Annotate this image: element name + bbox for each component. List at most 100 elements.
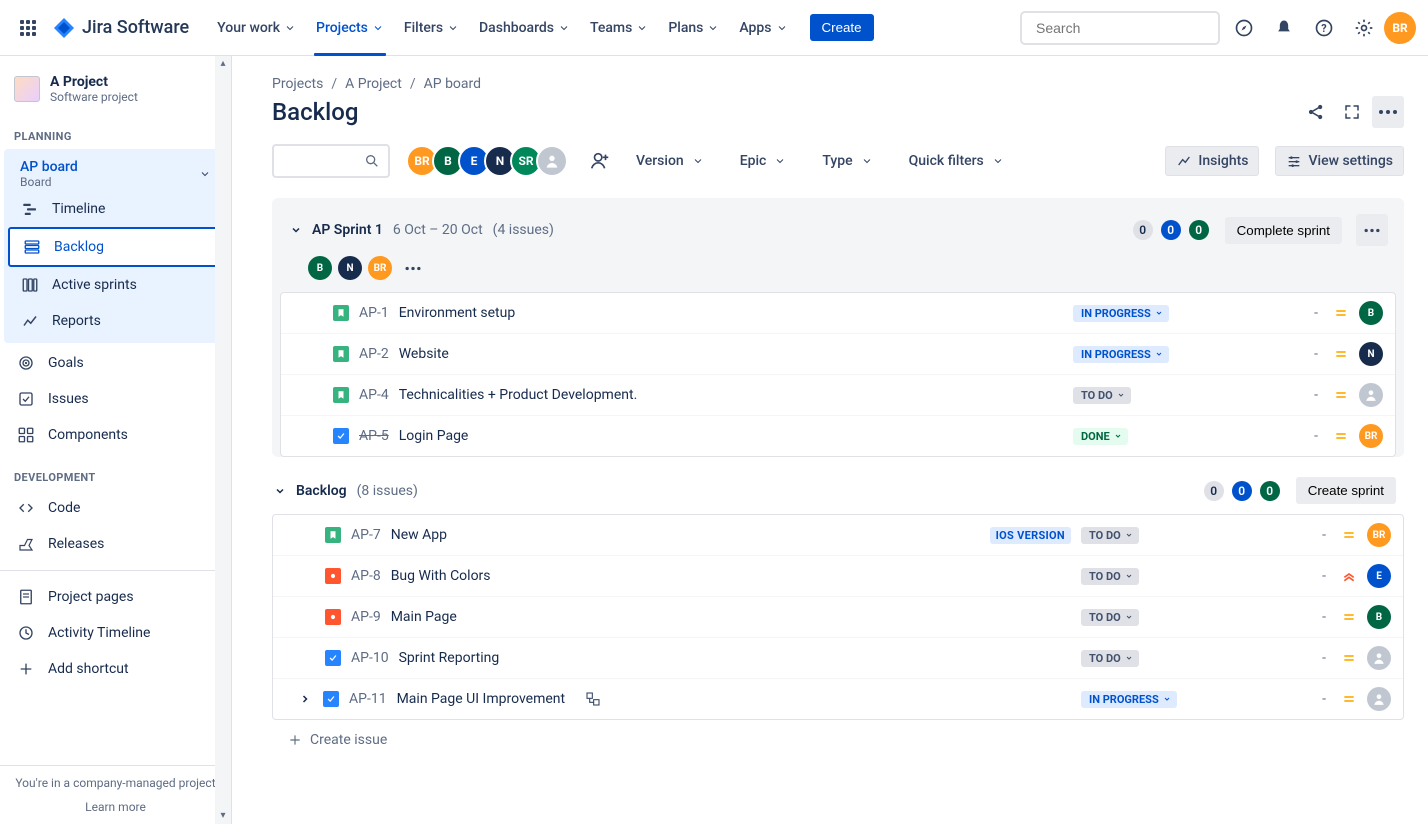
sidebar-item-code[interactable]: Code [0, 490, 231, 526]
nav-teams[interactable]: Teams [582, 0, 656, 56]
sidebar-item-releases[interactable]: Releases [0, 526, 231, 562]
sprint-done-count[interactable]: 0 [1189, 220, 1209, 240]
app-switcher[interactable] [12, 12, 44, 44]
priority-field[interactable] [1341, 527, 1357, 543]
issue-row[interactable]: AP-9Main PageTO DO-B [273, 596, 1403, 637]
sprint-more-button[interactable] [1356, 214, 1388, 246]
sidebar-item-goals[interactable]: Goals [0, 345, 231, 381]
filter-type[interactable]: Type [818, 153, 876, 169]
breadcrumb-ap-board[interactable]: AP board [424, 76, 481, 92]
filter-version[interactable]: Version [632, 153, 708, 169]
sidebar-item-reports[interactable]: Reports [8, 303, 223, 339]
assignee-avatar[interactable]: B [1367, 605, 1391, 629]
priority-field[interactable] [1341, 609, 1357, 625]
create-button[interactable]: Create [810, 14, 874, 41]
help-button[interactable]: ? [1308, 12, 1340, 44]
priority-field[interactable] [1341, 568, 1357, 584]
search-input[interactable] [1036, 20, 1217, 36]
nav-dashboards[interactable]: Dashboards [471, 0, 578, 56]
nav-plans[interactable]: Plans [660, 0, 727, 56]
issue-row[interactable]: AP-7New AppIOS VERSIONTO DO-BR [273, 515, 1403, 555]
filter-quick-filters[interactable]: Quick filters [905, 153, 1008, 169]
priority-field[interactable] [1333, 387, 1349, 403]
view-settings-button[interactable]: View settings [1275, 146, 1404, 176]
issue-row[interactable]: AP-4Technicalities + Product Development… [281, 374, 1395, 415]
project-header[interactable]: A Project Software project [0, 56, 231, 112]
user-avatar[interactable]: BR [1384, 12, 1416, 44]
complete-sprint-button[interactable]: Complete sprint [1225, 217, 1342, 244]
learn-more-link[interactable]: Learn more [12, 800, 219, 814]
issue-key[interactable]: AP-10 [351, 650, 389, 666]
filter-epic[interactable]: Epic [736, 153, 791, 169]
issue-row[interactable]: AP-2WebsiteIN PROGRESS-N [281, 333, 1395, 374]
issue-key[interactable]: AP-9 [351, 609, 381, 625]
sprint-assignee-avatar[interactable]: BR [368, 256, 392, 280]
nav-apps[interactable]: Apps [731, 0, 795, 56]
sidebar-item-components[interactable]: Components [0, 417, 231, 453]
notifications-button[interactable] [1268, 12, 1300, 44]
status-badge[interactable]: TO DO [1073, 387, 1131, 404]
breadcrumb-a-project[interactable]: A Project [345, 76, 402, 92]
issue-key[interactable]: AP-5 [359, 428, 389, 444]
global-search[interactable] [1020, 11, 1220, 45]
more-actions-button[interactable] [1372, 96, 1404, 128]
backlog-done-count[interactable]: 0 [1260, 481, 1280, 501]
version-badge[interactable]: IOS VERSION [990, 527, 1071, 544]
issue-key[interactable]: AP-7 [351, 527, 381, 543]
status-badge[interactable]: IN PROGRESS [1073, 305, 1169, 322]
sidebar-item-active-sprints[interactable]: Active sprints [8, 267, 223, 303]
assignee-avatar[interactable]: B [1359, 301, 1383, 325]
assignee-avatar-unassigned[interactable] [1367, 646, 1391, 670]
board-search[interactable] [272, 144, 390, 178]
insights-button[interactable]: Insights [1165, 146, 1259, 176]
assignee-avatar[interactable]: N [1359, 342, 1383, 366]
status-badge[interactable]: TO DO [1081, 527, 1139, 544]
issue-row[interactable]: AP-1Environment setupIN PROGRESS-B [281, 293, 1395, 333]
issue-row[interactable]: AP-5Login PageDONE-BR [281, 415, 1395, 456]
priority-field[interactable] [1333, 305, 1349, 321]
issue-row[interactable]: AP-11Main Page UI ImprovementIN PROGRESS… [273, 678, 1403, 719]
sidebar-item-backlog[interactable]: Backlog [8, 227, 223, 267]
status-badge[interactable]: IN PROGRESS [1073, 346, 1169, 363]
status-badge[interactable]: IN PROGRESS [1081, 691, 1177, 708]
issue-key[interactable]: AP-8 [351, 568, 381, 584]
priority-field[interactable] [1333, 346, 1349, 362]
nav-filters[interactable]: Filters [396, 0, 467, 56]
sidebar-scrollbar[interactable]: ▴▾ [215, 56, 231, 824]
status-badge[interactable]: TO DO [1081, 650, 1139, 667]
status-badge[interactable]: TO DO [1081, 609, 1139, 626]
sidebar-item-timeline[interactable]: Timeline [8, 191, 223, 227]
add-member-button[interactable] [584, 145, 616, 177]
sprint-assignee-more[interactable] [404, 266, 422, 271]
settings-button[interactable] [1348, 12, 1380, 44]
sprint-todo-count[interactable]: 0 [1133, 220, 1153, 240]
assignee-avatar[interactable]: E [1367, 564, 1391, 588]
assignee-avatar-unassigned[interactable] [1367, 687, 1391, 711]
discover-button[interactable] [1228, 12, 1260, 44]
status-badge[interactable]: TO DO [1081, 568, 1139, 585]
nav-projects[interactable]: Projects [308, 0, 392, 56]
sidebar-item-activity-timeline[interactable]: Activity Timeline [0, 615, 231, 651]
priority-field[interactable] [1333, 428, 1349, 444]
jira-logo[interactable]: Jira Software [52, 16, 189, 40]
sprint-toggle[interactable] [288, 222, 304, 238]
assignee-avatar[interactable]: BR [1359, 424, 1383, 448]
subtask-toggle[interactable] [297, 691, 313, 707]
nav-your-work[interactable]: Your work [209, 0, 304, 56]
sidebar-item-issues[interactable]: Issues [0, 381, 231, 417]
priority-field[interactable] [1341, 691, 1357, 707]
sprint-assignee-avatar[interactable]: N [338, 256, 362, 280]
issue-key[interactable]: AP-2 [359, 346, 389, 362]
assignee-avatar[interactable]: BR [1367, 523, 1391, 547]
backlog-toggle[interactable] [272, 483, 288, 499]
sprint-assignee-avatar[interactable]: B [308, 256, 332, 280]
sprint-progress-count[interactable]: 0 [1161, 220, 1181, 240]
issue-row[interactable]: AP-8Bug With ColorsTO DO-E [273, 555, 1403, 596]
create-issue-button[interactable]: Create issue [272, 720, 1404, 766]
issue-row[interactable]: AP-10Sprint ReportingTO DO- [273, 637, 1403, 678]
assignee-filter-avatar[interactable] [536, 145, 568, 177]
assignee-avatar-unassigned[interactable] [1359, 383, 1383, 407]
sidebar-item-add-shortcut[interactable]: Add shortcut [0, 651, 231, 687]
issue-key[interactable]: AP-1 [359, 305, 389, 321]
backlog-progress-count[interactable]: 0 [1232, 481, 1252, 501]
